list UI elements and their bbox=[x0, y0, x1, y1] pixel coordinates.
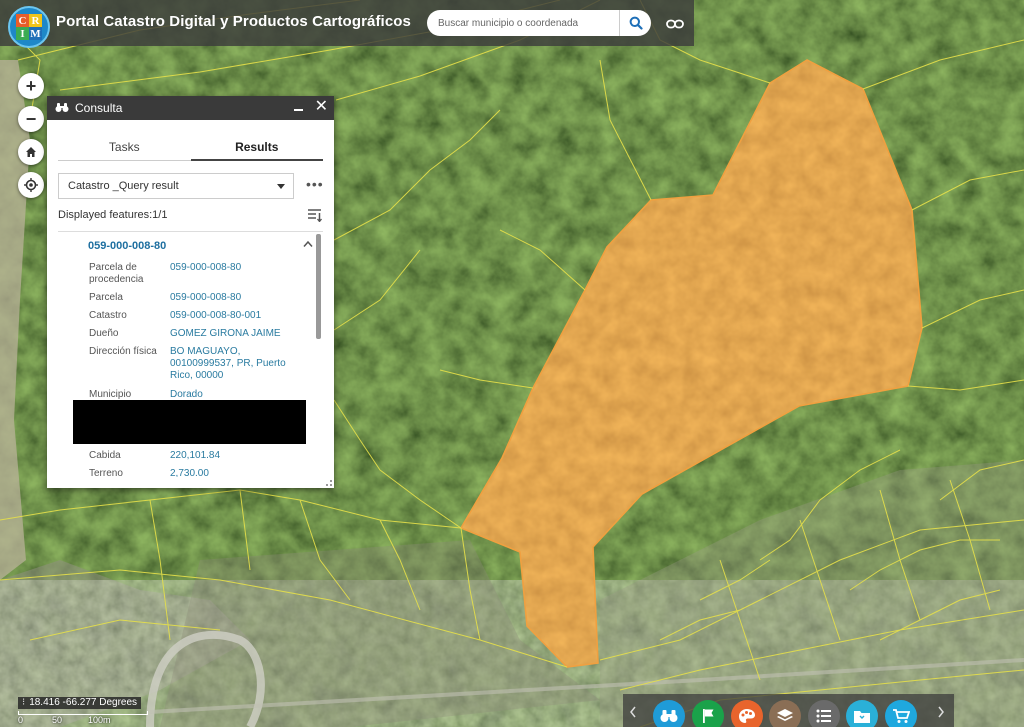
scale-bar-line bbox=[18, 711, 148, 715]
legend-widget-button[interactable] bbox=[808, 700, 840, 727]
attr-value[interactable]: 2,730.00 bbox=[170, 468, 305, 477]
bookmark-widget-button[interactable] bbox=[692, 700, 724, 727]
basemap-widget-button[interactable] bbox=[731, 700, 763, 727]
feature-title[interactable]: 059-000-008-80 bbox=[88, 240, 166, 252]
minus-icon: − bbox=[25, 109, 37, 129]
search-button[interactable] bbox=[619, 10, 651, 36]
attr-value[interactable]: 220,101.84 bbox=[170, 450, 305, 462]
query-panel: Consulta ✕ Tasks Results Catastro _Query… bbox=[47, 96, 334, 488]
app-logo: C R I M bbox=[8, 6, 50, 48]
home-icon bbox=[26, 147, 36, 157]
attr-label: Dueño bbox=[89, 328, 119, 339]
attr-label: Terreno bbox=[89, 468, 123, 477]
home-button[interactable] bbox=[18, 139, 44, 165]
chevron-left-icon[interactable] bbox=[629, 706, 637, 718]
chevron-down-icon bbox=[277, 184, 285, 189]
cart-widget-button[interactable] bbox=[885, 700, 917, 727]
flag-icon bbox=[703, 709, 714, 723]
layers-widget-button[interactable] bbox=[769, 700, 801, 727]
tab-results[interactable]: Results bbox=[190, 135, 323, 161]
minimize-button[interactable] bbox=[294, 99, 304, 113]
attr-value[interactable]: 059-000-008-80 bbox=[170, 262, 305, 274]
search-input[interactable] bbox=[427, 10, 619, 36]
app-header: C R I M Portal Catastro Digital y Produc… bbox=[0, 0, 694, 48]
attr-label: Cabida bbox=[89, 450, 121, 461]
search-box bbox=[427, 10, 651, 36]
redacted-block bbox=[73, 400, 306, 444]
chevron-up-icon[interactable] bbox=[303, 240, 313, 248]
files-widget-button[interactable] bbox=[846, 700, 878, 727]
palette-icon bbox=[739, 709, 755, 723]
coordinate-format-icon[interactable]: ⁝ bbox=[22, 697, 25, 709]
layers-icon bbox=[777, 709, 793, 721]
coordinate-readout: ⁝ 18.416 -66.277 Degrees bbox=[18, 697, 142, 709]
displayed-features-count: Displayed features:1/1 bbox=[58, 209, 168, 221]
my-location-button[interactable] bbox=[18, 172, 44, 198]
attr-value[interactable]: GOMEZ GIRONA JAIME bbox=[170, 328, 305, 340]
cart-icon bbox=[893, 709, 910, 723]
attr-label: Parcela bbox=[89, 292, 123, 303]
link-icon bbox=[666, 19, 684, 29]
results-list: 059-000-008-80 Parcela de procedencia 05… bbox=[58, 231, 323, 477]
zoom-in-button[interactable]: + bbox=[18, 73, 44, 99]
layer-select[interactable]: Catastro _Query result bbox=[58, 173, 294, 199]
binoculars-icon bbox=[55, 103, 69, 112]
scale-label: 100m bbox=[88, 715, 111, 725]
panel-title-bar[interactable]: Consulta ✕ bbox=[47, 96, 334, 120]
list-icon bbox=[816, 709, 831, 723]
tab-tasks[interactable]: Tasks bbox=[58, 135, 191, 161]
resize-handle[interactable] bbox=[326, 480, 332, 486]
app-title: Portal Catastro Digital y Productos Cart… bbox=[56, 13, 411, 30]
close-button[interactable]: ✕ bbox=[315, 99, 328, 115]
query-widget-button[interactable] bbox=[653, 700, 685, 727]
layer-select-value: Catastro _Query result bbox=[68, 180, 179, 192]
sort-icon[interactable] bbox=[307, 208, 323, 222]
attr-value[interactable]: 059-000-008-80-001 bbox=[170, 310, 305, 322]
binoculars-icon bbox=[660, 710, 678, 722]
scale-label: 50 bbox=[52, 715, 63, 725]
panel-title: Consulta bbox=[75, 101, 123, 115]
more-options-button[interactable]: ••• bbox=[306, 177, 324, 191]
scale-label: 0 bbox=[18, 715, 24, 725]
attr-value[interactable]: BO MAGUAYO, 00100999537, PR, Puerto Rico… bbox=[170, 346, 305, 382]
share-link-button[interactable] bbox=[664, 16, 686, 32]
chevron-right-icon[interactable] bbox=[937, 706, 945, 718]
search-icon bbox=[629, 16, 643, 30]
panel-tabs: Tasks Results bbox=[58, 135, 323, 161]
results-scrollbar[interactable] bbox=[316, 234, 321, 339]
zoom-out-button[interactable]: − bbox=[18, 106, 44, 132]
attr-label: Dirección física bbox=[89, 346, 157, 357]
plus-icon: + bbox=[25, 76, 37, 96]
attr-value[interactable]: 059-000-008-80 bbox=[170, 292, 305, 304]
coordinate-text: 18.416 -66.277 Degrees bbox=[29, 697, 138, 708]
locate-icon bbox=[24, 178, 38, 192]
scale-bar: 0 50 100m bbox=[18, 711, 148, 727]
attr-label: Parcela de procedencia bbox=[89, 262, 144, 285]
logo-letters: C R I M bbox=[16, 14, 42, 40]
folder-icon bbox=[854, 711, 870, 723]
attr-label: Catastro bbox=[89, 310, 127, 321]
